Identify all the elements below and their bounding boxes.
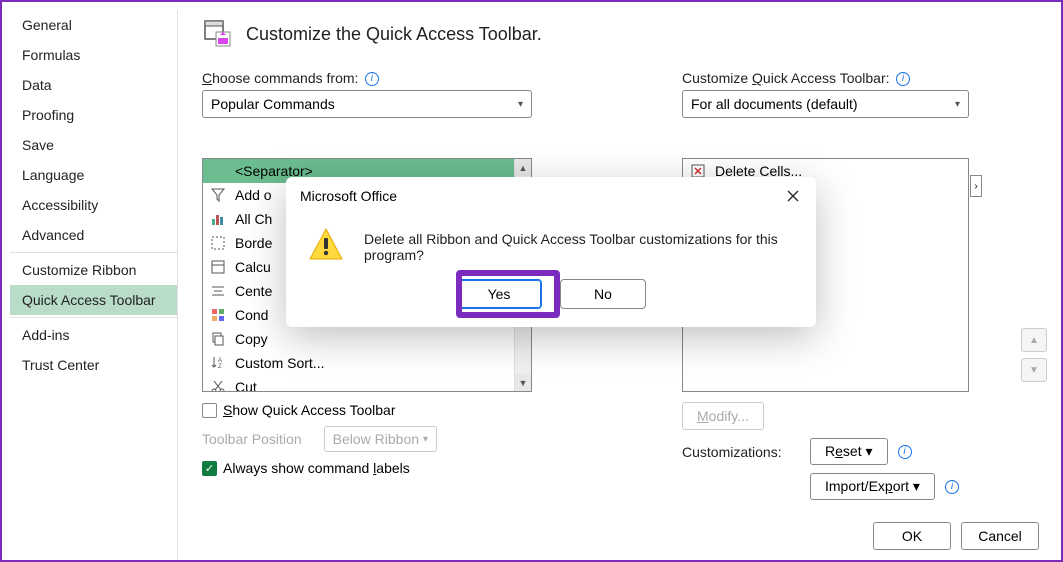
sidebar-item-add-ins[interactable]: Add-ins (10, 320, 177, 350)
ok-button[interactable]: OK (873, 522, 951, 550)
chart-icon (209, 210, 227, 228)
dialog-message: Delete all Ribbon and Quick Access Toolb… (364, 225, 796, 263)
sidebar-item-proofing[interactable]: Proofing (10, 100, 177, 130)
list-item[interactable]: Cut (203, 375, 531, 391)
no-button[interactable]: No (560, 279, 646, 309)
page-title: Customize the Quick Access Toolbar. (246, 24, 542, 45)
sidebar-item-trust-center[interactable]: Trust Center (10, 350, 177, 380)
cancel-button[interactable]: Cancel (961, 522, 1039, 550)
list-item-label: Cut (235, 379, 257, 391)
choose-commands-dropdown[interactable]: Popular Commands ▾ (202, 90, 532, 118)
sidebar-item-data[interactable]: Data (10, 70, 177, 100)
list-item-label: Custom Sort... (235, 355, 324, 371)
always-show-labels-label: Always show command labels (223, 460, 410, 476)
dialog-title: Microsoft Office (300, 188, 397, 204)
list-item-label: Cond (235, 307, 268, 323)
modify-button: Modify... (682, 402, 764, 430)
scroll-down-button[interactable]: ▼ (515, 374, 531, 391)
customizations-label: Customizations: (682, 444, 802, 460)
move-down-button: ▼ (1021, 358, 1047, 382)
list-item[interactable]: Copy (203, 327, 531, 351)
info-icon[interactable]: i (365, 72, 379, 86)
sidebar-item-language[interactable]: Language (10, 160, 177, 190)
info-icon[interactable]: i (898, 445, 912, 459)
info-icon[interactable]: i (896, 72, 910, 86)
reset-button[interactable]: Reset ▾ (810, 438, 888, 465)
warning-icon (306, 225, 346, 265)
sort-icon: AZ (209, 354, 227, 372)
toolbar-position-dropdown: Below Ribbon ▾ (324, 426, 437, 452)
confirmation-dialog: Microsoft Office Delete all Ribbon and Q… (286, 177, 816, 327)
list-item-label: Borde (235, 235, 272, 251)
customize-toolbar-icon (202, 18, 234, 50)
scroll-up-button[interactable]: ▲ (515, 159, 531, 176)
choose-commands-label: Choose commands from: (202, 70, 358, 86)
show-toolbar-checkbox[interactable] (202, 403, 217, 418)
list-item-label: Copy (235, 331, 268, 347)
list-item-label: Add o (235, 187, 272, 203)
calculate-icon (209, 258, 227, 276)
funnel-icon (209, 186, 227, 204)
chevron-down-icon: ▾ (955, 99, 960, 110)
show-toolbar-label: Show Quick Access Toolbar (223, 402, 396, 418)
sidebar-item-customize-ribbon[interactable]: Customize Ribbon (10, 255, 177, 285)
import-export-button[interactable]: Import/Export ▾ (810, 473, 935, 500)
move-up-button: ▲ (1021, 328, 1047, 352)
copy-icon (209, 330, 227, 348)
cut-icon (209, 378, 227, 391)
chevron-down-icon: ▾ (423, 434, 428, 445)
conditional-format-icon (209, 306, 227, 324)
sidebar-item-advanced[interactable]: Advanced (10, 220, 177, 250)
expand-handle[interactable]: › (970, 175, 982, 197)
customize-qat-label: Customize Quick Access Toolbar: (682, 70, 890, 86)
sidebar-item-quick-access-toolbar[interactable]: Quick Access Toolbar (10, 285, 177, 315)
yes-button[interactable]: Yes (456, 279, 542, 309)
sidebar-item-general[interactable]: General (10, 10, 177, 40)
sidebar: General Formulas Data Proofing Save Lang… (10, 10, 178, 560)
borders-icon (209, 234, 227, 252)
center-icon (209, 282, 227, 300)
separator-icon (209, 162, 227, 180)
list-item-label: Calcu (235, 259, 271, 275)
sidebar-item-save[interactable]: Save (10, 130, 177, 160)
svg-text:Z: Z (218, 364, 222, 370)
customize-qat-dropdown[interactable]: For all documents (default) ▾ (682, 90, 969, 118)
list-item-label: Cente (235, 283, 272, 299)
chevron-down-icon: ▾ (518, 99, 523, 110)
sidebar-item-formulas[interactable]: Formulas (10, 40, 177, 70)
list-item-label: All Ch (235, 211, 272, 227)
info-icon[interactable]: i (945, 480, 959, 494)
list-item[interactable]: AZ Custom Sort... (203, 351, 531, 375)
sidebar-item-accessibility[interactable]: Accessibility (10, 190, 177, 220)
always-show-labels-checkbox[interactable]: ✓ (202, 461, 217, 476)
close-icon[interactable] (784, 187, 802, 205)
toolbar-position-label: Toolbar Position (202, 431, 302, 447)
